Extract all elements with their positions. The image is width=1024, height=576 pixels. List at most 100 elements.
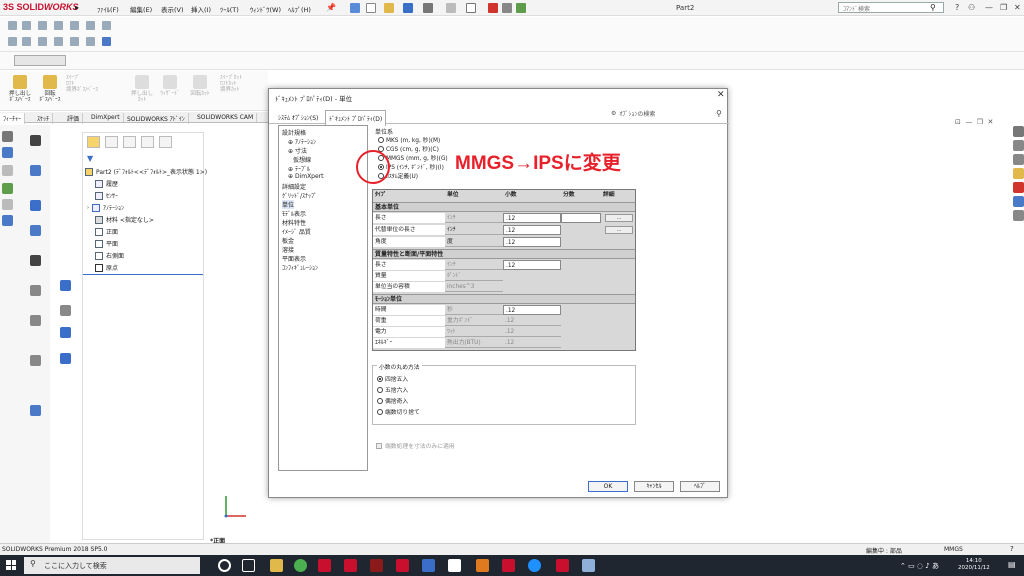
tree-tables[interactable]: ⊕ ﾃｰﾌﾞﾙ [288, 164, 310, 173]
appearances-icon[interactable] [1013, 182, 1024, 193]
row-unit[interactable]: 秒 [445, 305, 503, 315]
search-icon[interactable]: ⚲ [716, 109, 722, 118]
file-properties-icon[interactable] [502, 3, 512, 13]
undo-icon[interactable] [446, 3, 456, 13]
sweep-loft-group[interactable]: ｽｲｰﾌﾟ ﾛﾌﾄ 境界ﾎﾞｽ/ﾍﾞｰｽ [66, 75, 106, 93]
tree-item-material[interactable]: 材料 <指定なし> [95, 215, 154, 224]
forum-icon[interactable] [1013, 210, 1024, 221]
minimize-icon[interactable]: — [985, 3, 993, 12]
row-decimals[interactable]: .12 [503, 237, 561, 247]
menu-insert[interactable]: 挿入(I) [191, 4, 211, 14]
rebuild-icon[interactable] [488, 3, 498, 13]
line-tool-icon[interactable] [38, 21, 47, 30]
row-decimals[interactable]: .12 [503, 225, 561, 235]
status-units[interactable]: MMGS [944, 546, 963, 553]
table-icon[interactable] [30, 315, 41, 326]
zoom-icon[interactable] [30, 225, 41, 236]
tray-icons[interactable]: ⌃ ▭ ◌ ♪ あ [900, 561, 939, 571]
row-unit[interactable]: 重力ﾎﾟﾝﾄﾞ [445, 316, 503, 326]
move-tool-icon[interactable] [70, 37, 79, 46]
tree-item-origin[interactable]: 原点 [95, 263, 118, 272]
app-icon-4[interactable] [476, 559, 489, 572]
tree-weldments[interactable]: 溶接 [282, 245, 294, 254]
save-icon[interactable] [403, 3, 413, 13]
offset-tool-icon[interactable] [22, 37, 31, 46]
help-question-icon[interactable]: ? [955, 3, 959, 12]
radio-truncate[interactable]: 端数切り捨て [377, 407, 420, 416]
viewport-window-controls[interactable]: ⊡ — ❐ ✕ [955, 118, 993, 126]
annotation-a-icon[interactable] [30, 200, 41, 211]
row-unit[interactable]: inches^3 [445, 282, 503, 292]
settings-icon[interactable] [60, 353, 71, 364]
taskbar-clock[interactable]: 14:10 2020/11/12 [958, 558, 990, 572]
dialog-close-icon[interactable]: ✕ [717, 90, 725, 100]
row-fractions[interactable] [561, 213, 601, 223]
menu-arrow-icon[interactable]: ▸ [75, 3, 79, 12]
tree-detailing[interactable]: 詳細設定 [282, 182, 306, 191]
tree-configurations[interactable]: ｺﾝﾌｨｷﾞｭﾚｰｼｮﾝ [282, 263, 318, 272]
smart-dimension-icon[interactable] [22, 21, 31, 30]
radio-round-half-down[interactable]: 五捨六入 [377, 385, 408, 394]
trim-tool-icon[interactable] [8, 37, 17, 46]
check-icon[interactable] [30, 255, 41, 266]
tree-units[interactable]: 単位 [282, 200, 295, 209]
app-icon-1[interactable] [370, 559, 383, 572]
filter-icon[interactable]: ▼ [87, 154, 93, 163]
featuremanager-tab-icon[interactable] [87, 136, 100, 148]
datum-icon[interactable] [30, 285, 41, 296]
file-explorer-icon[interactable] [1013, 154, 1024, 165]
app-icon-5[interactable] [582, 559, 595, 572]
tree-dimensions[interactable]: ⊕ 寸法 [288, 146, 307, 155]
cancel-button[interactable]: ｷｬﾝｾﾙ [634, 481, 674, 492]
tree-virtual-sharps[interactable]: 仮想線 [293, 155, 311, 164]
radio-cgs[interactable]: CGS (cm, g, 秒)(C) [378, 144, 439, 153]
search-icon[interactable]: ⚲ [930, 3, 936, 12]
custom-properties-icon[interactable] [1013, 196, 1024, 207]
menu-file[interactable]: ﾌｧｲﾙ(F) [97, 4, 119, 14]
new-document-icon[interactable] [366, 3, 376, 13]
configurationmanager-tab-icon[interactable] [123, 136, 136, 148]
select-cursor-icon[interactable] [466, 3, 476, 13]
arc-tool-icon[interactable] [86, 21, 95, 30]
grid-table-icon[interactable] [30, 405, 41, 416]
tree-grid-snap[interactable]: ｸﾞﾘｯﾄﾞ/ｽﾅｯﾌﾟ [282, 191, 317, 200]
revolved-boss-button[interactable]: 回転 ﾎﾞｽ/ﾍﾞｰｽ [30, 75, 70, 103]
explorer-icon[interactable] [270, 559, 283, 572]
menu-help[interactable]: ﾍﾙﾌﾟ(H) [288, 4, 311, 14]
tree-item-annotations[interactable]: › ｱﾉﾃｰｼｮﾝ [87, 203, 124, 212]
display-style-icon[interactable] [2, 147, 13, 158]
rectangle-tool-icon[interactable] [54, 21, 63, 30]
menu-tools[interactable]: ﾂｰﾙ(T) [220, 4, 239, 14]
outlook-icon[interactable] [422, 559, 435, 572]
pattern-tool-icon[interactable] [54, 37, 63, 46]
help-question-icon[interactable]: ? [1010, 545, 1014, 553]
row-decimals[interactable]: .12 [503, 305, 561, 315]
tree-sheet-metal[interactable]: 板金 [282, 236, 294, 245]
radio-mks[interactable]: MKS (m, kg, 秒)(M) [378, 135, 440, 144]
tree-plane-display[interactable]: 平面表示 [282, 254, 306, 263]
print-icon[interactable] [423, 3, 433, 13]
restore-icon[interactable]: ❐ [1000, 3, 1007, 12]
tree-item-history[interactable]: 履歴 [95, 179, 118, 188]
row-unit[interactable]: ｲﾝﾁ [445, 225, 503, 235]
taskbar-search-input[interactable]: ここに入力して検索 [24, 557, 200, 574]
open-folder-icon[interactable] [384, 3, 394, 13]
menu-edit[interactable]: 編集(E) [130, 4, 152, 14]
display-manager-tab-icon[interactable] [159, 136, 172, 148]
tab-features[interactable]: ﾌｨｰﾁｬｰ [0, 113, 26, 124]
ok-button[interactable]: OK [588, 481, 628, 492]
appearance-icon[interactable] [2, 183, 13, 194]
home-icon[interactable] [350, 3, 360, 13]
apply-to-dimensions-checkbox[interactable]: 端数処理を寸法のみに適用 [376, 441, 455, 450]
solidworks-active-icon[interactable] [556, 559, 569, 572]
solidworks-2018-icon[interactable] [318, 559, 331, 572]
close-icon[interactable]: ✕ [1014, 3, 1021, 12]
row-decimals[interactable]: .12 [503, 327, 561, 337]
app-icon-3[interactable] [448, 559, 461, 572]
section-view-icon[interactable] [2, 165, 13, 176]
measure-icon[interactable] [30, 355, 41, 366]
tab-sketch[interactable]: ｽｹｯﾁ [34, 113, 54, 124]
tree-material-properties[interactable]: 材料特性 [282, 218, 306, 227]
row-unit[interactable]: ｲﾝﾁ [445, 260, 503, 270]
solidworks-2016-icon[interactable] [344, 559, 357, 572]
